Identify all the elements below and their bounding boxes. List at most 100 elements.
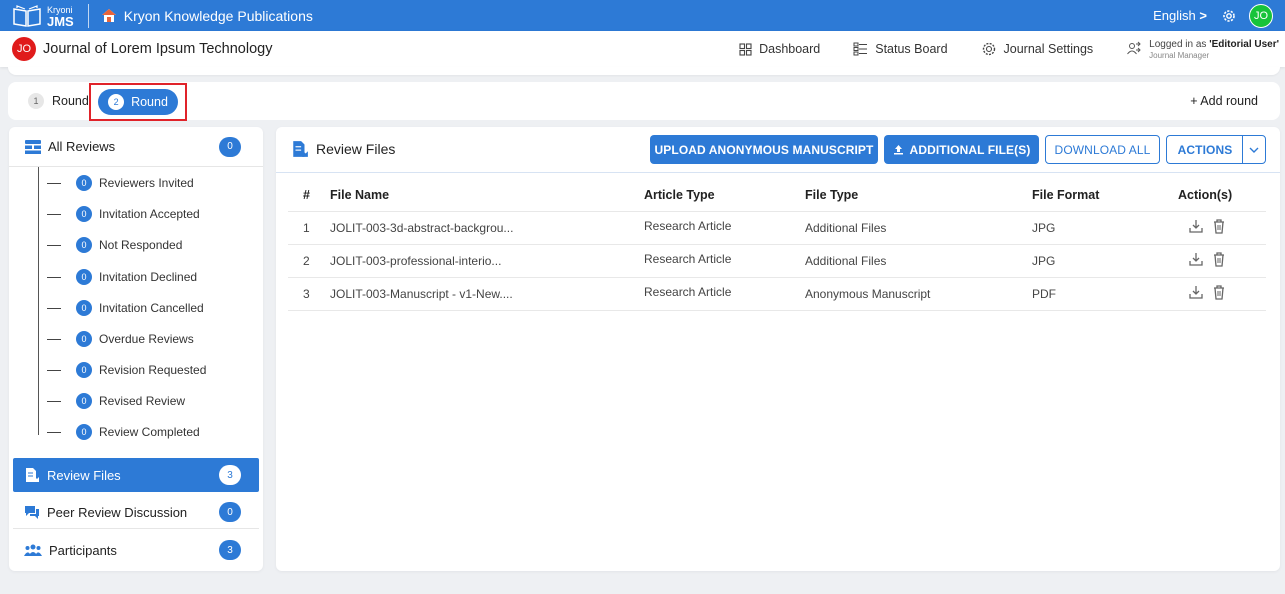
peer-review-discussion-item[interactable]: Peer Review Discussion 0 — [13, 495, 259, 529]
nav-status-board-label: Status Board — [875, 42, 948, 56]
download-icon[interactable] — [1188, 284, 1204, 300]
subitem-invitation-accepted[interactable]: 0 Invitation Accepted — [39, 204, 200, 224]
trash-icon[interactable] — [1212, 284, 1226, 300]
subitem-label: Revised Review — [99, 394, 186, 408]
nav-dashboard[interactable]: Dashboard — [739, 42, 820, 56]
journal-avatar: JO — [12, 37, 36, 61]
row-number: 3 — [288, 277, 318, 311]
download-icon[interactable] — [1188, 251, 1204, 267]
round-1-label: Round — [52, 94, 89, 108]
logo-big-text: JMS — [47, 13, 74, 29]
additional-files-label: ADDITIONAL FILE(S) — [909, 142, 1031, 157]
all-reviews-item[interactable]: All Reviews 0 — [9, 127, 263, 167]
row-file-name[interactable]: JOLIT-003-professional-interio... — [318, 244, 644, 278]
panel-title-text: Review Files — [316, 141, 396, 157]
subitem-invitation-declined[interactable]: 0 Invitation Declined — [39, 267, 197, 287]
book-logo-icon — [13, 4, 41, 27]
row-file-name[interactable]: JOLIT-003-3d-abstract-backgrou... — [318, 211, 644, 245]
table-row: 1 JOLIT-003-3d-abstract-backgrou... Rese… — [288, 211, 1266, 245]
row-file-type: Anonymous Manuscript — [805, 277, 1032, 311]
download-all-button[interactable]: DOWNLOAD ALL — [1045, 135, 1160, 164]
file-upload-icon — [26, 468, 39, 482]
col-actions: Action(s) — [1178, 179, 1266, 212]
home-icon — [101, 9, 116, 22]
status-board-icon — [853, 42, 868, 56]
subitem-count: 0 — [76, 424, 92, 440]
peer-review-discussion-label: Peer Review Discussion — [47, 504, 188, 520]
subitem-label: Invitation Accepted — [99, 207, 200, 221]
table-row: 2 JOLIT-003-professional-interio... Rese… — [288, 244, 1266, 278]
subitem-review-completed[interactable]: 0 Review Completed — [39, 422, 200, 442]
row-file-format: JPG — [1032, 211, 1178, 245]
logged-in-line: Logged in as 'Editorial User' — [1149, 39, 1279, 50]
row-article-type-text: Research Article — [644, 284, 732, 299]
subitem-label: Overdue Reviews — [99, 332, 194, 346]
table-row: 3 JOLIT-003-Manuscript - v1-New.... Rese… — [288, 277, 1266, 311]
trash-icon[interactable] — [1212, 218, 1226, 234]
add-round-button[interactable]: + Add round — [1190, 82, 1258, 120]
file-upload-icon — [293, 141, 308, 157]
top-bar: Kryoni JMS Kryon Knowledge Publications … — [0, 0, 1285, 31]
nav-journal-settings[interactable]: Journal Settings — [981, 41, 1093, 57]
review-files-panel: Review Files UPLOAD ANONYMOUS MANUSCRIPT… — [276, 127, 1280, 571]
logged-in-info: Logged in as 'Editorial User' Journal Ma… — [1126, 39, 1279, 60]
round-1-tab[interactable]: 1 Round — [28, 93, 89, 109]
subitem-not-responded[interactable]: 0 Not Responded — [39, 235, 182, 255]
subitem-label: Invitation Declined — [99, 270, 198, 284]
subitem-count: 0 — [76, 175, 92, 191]
chat-icon — [25, 505, 39, 519]
subitem-count: 0 — [76, 393, 92, 409]
subitem-label: Revision Requested — [99, 363, 207, 377]
additional-files-button[interactable]: ADDITIONAL FILE(S) — [884, 135, 1039, 164]
reviews-icon — [25, 139, 41, 154]
logged-in-user: 'Editorial User' — [1209, 38, 1279, 50]
review-files-count: 3 — [219, 465, 241, 485]
row-file-type: Additional Files — [805, 211, 1032, 245]
download-icon[interactable] — [1188, 218, 1204, 234]
upload-anonymous-manuscript-button[interactable]: UPLOAD ANONYMOUS MANUSCRIPT — [650, 135, 878, 164]
tree-dash — [47, 307, 61, 309]
trash-icon[interactable] — [1212, 251, 1226, 267]
nav-status-board[interactable]: Status Board — [853, 42, 948, 56]
participants-label: Participants — [49, 542, 117, 558]
journal-header: JO Journal of Lorem Ipsum Technology Das… — [0, 31, 1285, 67]
participants-item[interactable]: Participants 3 — [13, 533, 259, 567]
grid-icon — [739, 42, 752, 56]
round-2-label: Round — [131, 95, 168, 109]
publisher-link[interactable]: Kryon Knowledge Publications — [101, 8, 313, 24]
tree-dash — [47, 338, 61, 340]
round-2-tab[interactable]: 2 Round — [98, 89, 178, 115]
all-reviews-count: 0 — [219, 136, 241, 157]
participants-icon — [24, 544, 42, 556]
subitem-reviewers-invited[interactable]: 0 Reviewers Invited — [39, 173, 194, 193]
subitem-revised-review[interactable]: 0 Revised Review — [39, 391, 185, 411]
review-files-item[interactable]: Review Files 3 — [13, 458, 259, 492]
language-selector[interactable]: English > — [1153, 8, 1207, 23]
subitem-revision-requested[interactable]: 0 Revision Requested — [39, 360, 206, 380]
user-role: Journal Manager — [1149, 50, 1210, 60]
subitem-label: Invitation Cancelled — [99, 301, 204, 315]
tree-dash — [47, 244, 61, 246]
upload-icon — [893, 145, 903, 155]
actions-dropdown-toggle[interactable] — [1242, 135, 1266, 164]
col-file-format: File Format — [1032, 179, 1178, 212]
gear-icon[interactable] — [1221, 8, 1237, 24]
subitem-overdue-reviews[interactable]: 0 Overdue Reviews — [39, 329, 194, 349]
app-logo[interactable]: Kryoni JMS — [0, 0, 74, 31]
review-files-label: Review Files — [47, 467, 121, 483]
top-divider — [87, 3, 89, 28]
subitem-label: Reviewers Invited — [99, 176, 194, 190]
row-file-type: Additional Files — [805, 244, 1032, 278]
journal-title[interactable]: Journal of Lorem Ipsum Technology — [43, 41, 272, 57]
row-file-name[interactable]: JOLIT-003-Manuscript - v1-New.... — [318, 277, 644, 311]
subitem-label: Not Responded — [99, 238, 183, 252]
all-reviews-label: All Reviews — [48, 139, 116, 154]
user-avatar[interactable]: JO — [1249, 3, 1273, 28]
actions-button[interactable]: ACTIONS — [1166, 135, 1243, 164]
subitem-invitation-cancelled[interactable]: 0 Invitation Cancelled — [39, 298, 204, 318]
round-2-number: 2 — [108, 94, 125, 110]
review-sidebar: All Reviews 0 0 Reviewers Invited 0 Invita… — [9, 127, 263, 571]
tree-dash — [47, 431, 61, 433]
panel-title: Review Files — [291, 140, 395, 158]
row-file-format: JPG — [1032, 244, 1178, 278]
